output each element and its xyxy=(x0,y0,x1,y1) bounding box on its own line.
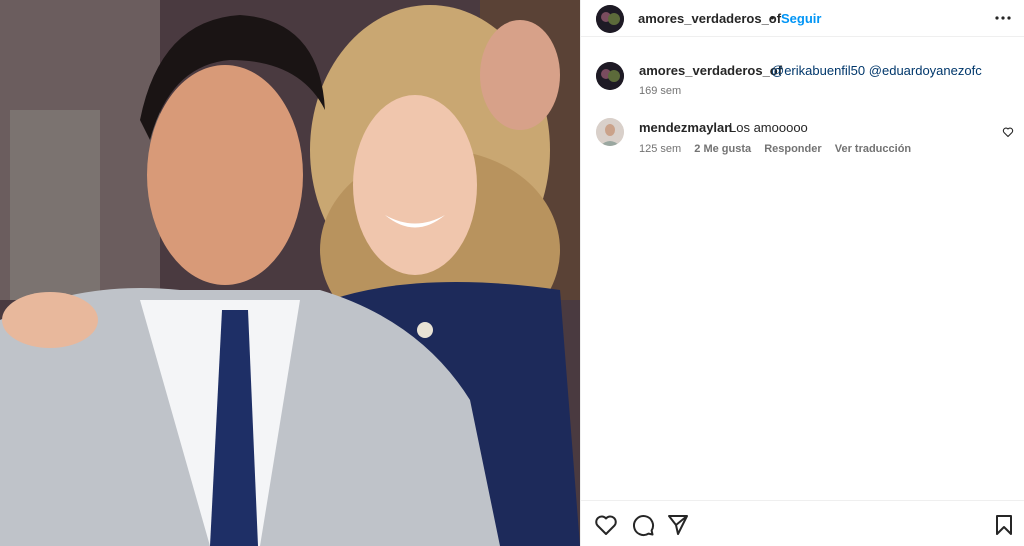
post-header: amores_verdaderos_of • Seguir xyxy=(581,0,1024,37)
comment-like-heart-icon[interactable] xyxy=(1002,125,1014,138)
author-avatar[interactable] xyxy=(596,5,624,33)
avatar-image xyxy=(596,5,624,33)
commenter-avatar[interactable] xyxy=(596,118,624,146)
caption-username[interactable]: amores_verdaderos_of xyxy=(639,63,782,78)
bookmark-icon[interactable] xyxy=(992,513,1016,537)
caption-timestamp[interactable]: 169 sem xyxy=(639,85,681,97)
avatar-image xyxy=(596,118,624,146)
comment-text: Los amooooo xyxy=(729,120,808,135)
post-image[interactable] xyxy=(0,0,580,546)
post-actions-bar xyxy=(581,500,1024,546)
mention-link[interactable]: @eduardoyanezofc xyxy=(869,63,982,78)
more-horizontal-icon[interactable] xyxy=(991,6,1015,30)
comment-meta: 125 sem 2 Me gusta Responder Ver traducc… xyxy=(639,143,921,155)
caption-avatar[interactable] xyxy=(596,62,624,90)
share-icon[interactable] xyxy=(666,513,690,537)
commenter-username[interactable]: mendezmaylan xyxy=(639,120,732,135)
reply-button[interactable]: Responder xyxy=(764,143,821,155)
heart-icon[interactable] xyxy=(594,513,618,537)
follow-button[interactable]: Seguir xyxy=(781,11,821,26)
mention-link[interactable]: @erikabuenfil50 xyxy=(771,63,865,78)
comment-icon[interactable] xyxy=(631,513,655,537)
comment-timestamp[interactable]: 125 sem xyxy=(639,143,681,155)
photo-illustration xyxy=(0,0,580,546)
caption-mentions: @erikabuenfil50 @eduardoyanezofc xyxy=(771,63,982,78)
avatar-image xyxy=(596,62,624,90)
comment-likes[interactable]: 2 Me gusta xyxy=(694,143,751,155)
translate-button[interactable]: Ver traducción xyxy=(835,143,911,155)
separator-dot: • xyxy=(770,10,775,25)
author-username[interactable]: amores_verdaderos_of xyxy=(638,11,781,26)
post-panel: amores_verdaderos_of • Seguir amores_ver… xyxy=(580,0,1024,546)
